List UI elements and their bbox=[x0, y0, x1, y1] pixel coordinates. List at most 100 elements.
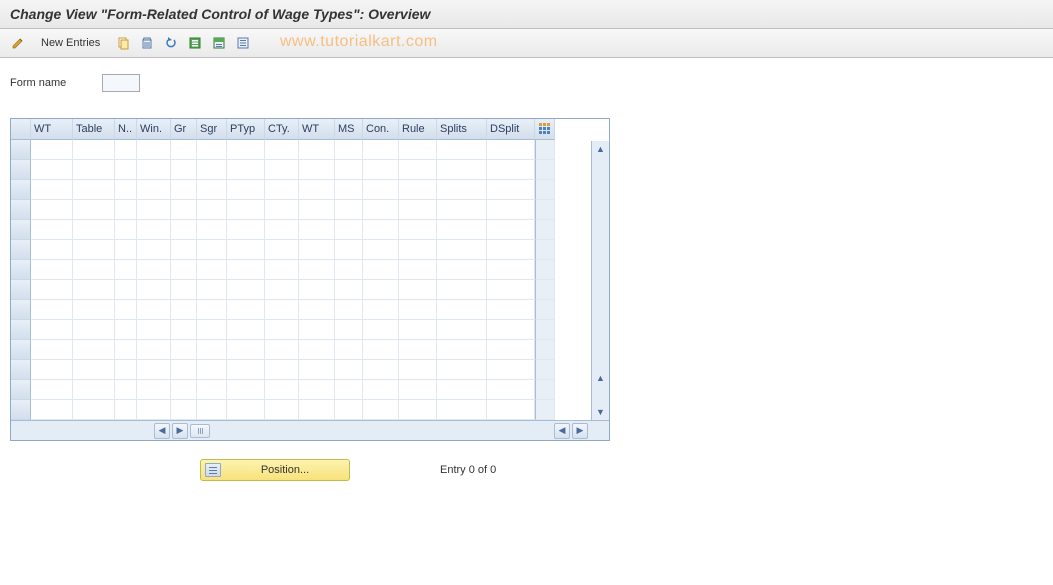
table-cell[interactable] bbox=[137, 280, 171, 300]
table-cell[interactable] bbox=[73, 300, 115, 320]
table-cell[interactable] bbox=[137, 300, 171, 320]
table-cell[interactable] bbox=[171, 260, 197, 280]
table-cell[interactable] bbox=[137, 400, 171, 420]
row-selector[interactable] bbox=[11, 220, 31, 240]
table-cell[interactable] bbox=[437, 140, 487, 160]
table-cell[interactable] bbox=[299, 360, 335, 380]
row-selector[interactable] bbox=[11, 320, 31, 340]
column-header[interactable]: WT bbox=[299, 119, 335, 140]
table-cell[interactable] bbox=[73, 360, 115, 380]
table-cell[interactable] bbox=[363, 240, 399, 260]
table-cell[interactable] bbox=[31, 240, 73, 260]
table-cell[interactable] bbox=[31, 320, 73, 340]
column-header[interactable]: WT bbox=[31, 119, 73, 140]
table-cell[interactable] bbox=[335, 180, 363, 200]
table-cell[interactable] bbox=[73, 400, 115, 420]
table-cell[interactable] bbox=[437, 200, 487, 220]
table-cell[interactable] bbox=[171, 300, 197, 320]
table-cell[interactable] bbox=[487, 260, 535, 280]
table-cell[interactable] bbox=[487, 140, 535, 160]
horizontal-scrollbar[interactable]: ◀ ▶ ◀ ▶ bbox=[11, 420, 609, 440]
table-cell[interactable] bbox=[115, 280, 137, 300]
table-cell[interactable] bbox=[265, 140, 299, 160]
table-cell[interactable] bbox=[265, 340, 299, 360]
table-cell[interactable] bbox=[171, 320, 197, 340]
table-cell[interactable] bbox=[137, 380, 171, 400]
table-cell[interactable] bbox=[363, 260, 399, 280]
table-cell[interactable] bbox=[197, 360, 227, 380]
table-cell[interactable] bbox=[227, 400, 265, 420]
table-cell[interactable] bbox=[437, 380, 487, 400]
table-cell[interactable] bbox=[363, 320, 399, 340]
table-cell[interactable] bbox=[299, 240, 335, 260]
table-cell[interactable] bbox=[115, 240, 137, 260]
column-header[interactable]: N.. bbox=[115, 119, 137, 140]
table-cell[interactable] bbox=[335, 400, 363, 420]
table-cell[interactable] bbox=[487, 200, 535, 220]
table-cell[interactable] bbox=[73, 220, 115, 240]
table-cell[interactable] bbox=[437, 180, 487, 200]
table-cell[interactable] bbox=[299, 340, 335, 360]
table-cell[interactable] bbox=[299, 300, 335, 320]
table-cell[interactable] bbox=[171, 160, 197, 180]
table-cell[interactable] bbox=[227, 200, 265, 220]
table-cell[interactable] bbox=[487, 280, 535, 300]
table-cell[interactable] bbox=[227, 280, 265, 300]
table-cell[interactable] bbox=[137, 240, 171, 260]
table-cell[interactable] bbox=[299, 320, 335, 340]
table-cell[interactable] bbox=[137, 180, 171, 200]
table-cell[interactable] bbox=[487, 380, 535, 400]
table-cell[interactable] bbox=[335, 160, 363, 180]
table-cell[interactable] bbox=[299, 220, 335, 240]
table-cell[interactable] bbox=[197, 300, 227, 320]
table-cell[interactable] bbox=[437, 400, 487, 420]
table-cell[interactable] bbox=[73, 340, 115, 360]
table-cell[interactable] bbox=[73, 260, 115, 280]
table-cell[interactable] bbox=[31, 200, 73, 220]
table-cell[interactable] bbox=[437, 240, 487, 260]
row-selector[interactable] bbox=[11, 200, 31, 220]
table-cell[interactable] bbox=[399, 140, 437, 160]
column-header[interactable]: DSplit bbox=[487, 119, 535, 140]
row-selector[interactable] bbox=[11, 240, 31, 260]
table-cell[interactable] bbox=[265, 400, 299, 420]
table-cell[interactable] bbox=[115, 140, 137, 160]
table-cell[interactable] bbox=[115, 200, 137, 220]
table-cell[interactable] bbox=[487, 400, 535, 420]
table-cell[interactable] bbox=[299, 260, 335, 280]
new-entries-button[interactable]: New Entries bbox=[32, 34, 109, 52]
table-cell[interactable] bbox=[197, 260, 227, 280]
table-cell[interactable] bbox=[265, 360, 299, 380]
scroll-left-icon-2[interactable]: ◀ bbox=[554, 423, 570, 439]
table-cell[interactable] bbox=[31, 180, 73, 200]
table-cell[interactable] bbox=[265, 280, 299, 300]
table-cell[interactable] bbox=[115, 300, 137, 320]
table-cell[interactable] bbox=[31, 400, 73, 420]
table-cell[interactable] bbox=[363, 360, 399, 380]
table-cell[interactable] bbox=[399, 340, 437, 360]
table-cell[interactable] bbox=[487, 300, 535, 320]
table-cell[interactable] bbox=[265, 200, 299, 220]
table-cell[interactable] bbox=[31, 280, 73, 300]
table-cell[interactable] bbox=[399, 200, 437, 220]
table-cell[interactable] bbox=[487, 360, 535, 380]
copy-as-icon[interactable] bbox=[113, 33, 133, 53]
table-cell[interactable] bbox=[363, 300, 399, 320]
table-cell[interactable] bbox=[399, 160, 437, 180]
table-cell[interactable] bbox=[299, 280, 335, 300]
table-cell[interactable] bbox=[265, 320, 299, 340]
column-header[interactable]: Win. bbox=[137, 119, 171, 140]
table-cell[interactable] bbox=[171, 360, 197, 380]
table-cell[interactable] bbox=[227, 340, 265, 360]
table-cell[interactable] bbox=[115, 160, 137, 180]
table-cell[interactable] bbox=[299, 180, 335, 200]
table-cell[interactable] bbox=[115, 400, 137, 420]
table-cell[interactable] bbox=[265, 380, 299, 400]
table-cell[interactable] bbox=[73, 320, 115, 340]
form-name-input[interactable] bbox=[102, 74, 140, 92]
table-cell[interactable] bbox=[399, 220, 437, 240]
select-block-icon[interactable] bbox=[209, 33, 229, 53]
table-cell[interactable] bbox=[197, 240, 227, 260]
table-cell[interactable] bbox=[197, 140, 227, 160]
position-button[interactable]: Position... bbox=[200, 459, 350, 481]
